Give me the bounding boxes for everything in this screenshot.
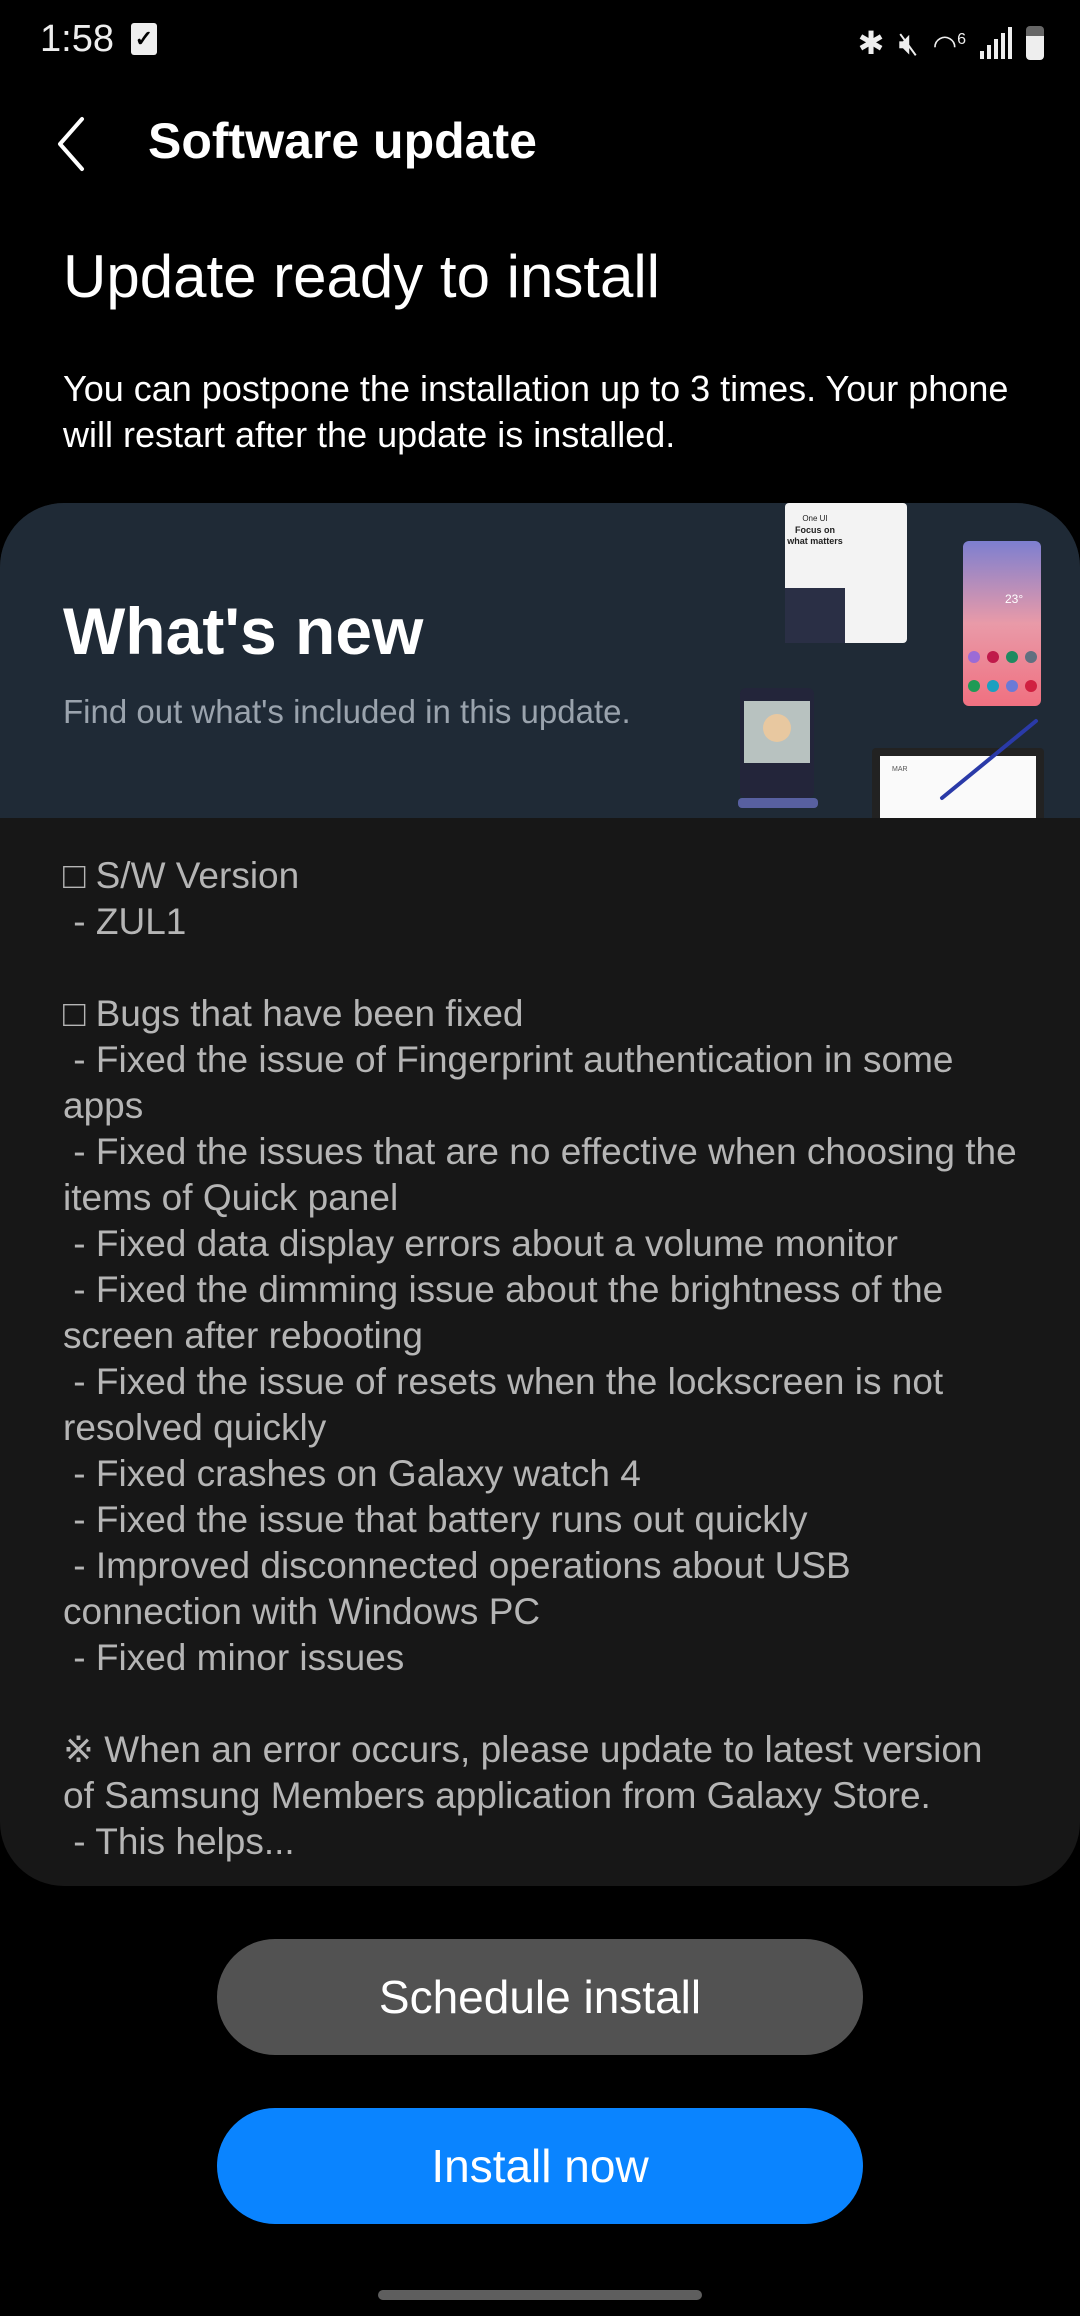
- release-note-line: - Improved disconnected operations about…: [63, 1545, 862, 1632]
- release-note-line: - ZUL1: [63, 901, 187, 942]
- mute-icon: 🔇︎: [898, 24, 919, 61]
- update-headline: Update ready to install: [63, 243, 661, 310]
- svg-text:what matters: what matters: [786, 536, 843, 546]
- signal-icon: [980, 26, 1012, 59]
- status-time: 1:58: [40, 18, 114, 60]
- svg-text:One UI: One UI: [802, 514, 827, 523]
- release-note-line: - Fixed the issue of resets when the loc…: [63, 1361, 954, 1448]
- galaxy-devices-illustration: One UI Focus on what matters 23° MAR: [738, 503, 1044, 818]
- checkbox-icon: ✓: [131, 23, 157, 55]
- chevron-left-icon[interactable]: [52, 114, 92, 174]
- release-note-line: - Fixed data display errors about a volu…: [63, 1223, 898, 1264]
- wifi-6-icon: ◠6: [932, 29, 966, 61]
- app-bar: Software update: [0, 100, 1080, 190]
- page-title: Software update: [148, 113, 537, 169]
- whats-new-subtitle: Find out what's included in this update.: [63, 693, 631, 730]
- battery-icon: [1026, 25, 1044, 60]
- release-note-line: - Fixed the issues that are no effective…: [63, 1131, 1027, 1218]
- release-note-line: [63, 1681, 1023, 1727]
- release-note-line: [63, 945, 1023, 991]
- svg-text:23°: 23°: [1005, 592, 1023, 606]
- release-notes-card[interactable]: What's new Find out what's included in t…: [0, 503, 1080, 1886]
- update-description: You can postpone the installation up to …: [63, 368, 1009, 455]
- schedule-install-button[interactable]: Schedule install: [217, 1939, 863, 2055]
- bluetooth-icon: ✱: [857, 24, 885, 61]
- release-note-line: ※ When an error occurs, please update to…: [63, 1729, 993, 1816]
- install-now-button[interactable]: Install now: [217, 2108, 863, 2224]
- release-notes: □ S/W Version - ZUL1 □ Bugs that have be…: [63, 853, 1023, 1865]
- release-note-line: - Fixed the dimming issue about the brig…: [63, 1269, 954, 1356]
- status-bar: 1:58 ✓ ✱ 🔇︎ ◠6: [0, 0, 1080, 80]
- svg-text:MAR: MAR: [892, 766, 908, 773]
- release-note-line: - Fixed the issue that battery runs out …: [63, 1499, 808, 1540]
- release-note-line: - Fixed the issue of Fingerprint authent…: [63, 1039, 964, 1126]
- release-note-line: - Fixed minor issues: [63, 1637, 405, 1678]
- release-note-line: - Fixed crashes on Galaxy watch 4: [63, 1453, 641, 1494]
- home-indicator[interactable]: [378, 2290, 702, 2300]
- whats-new-banner: What's new Find out what's included in t…: [0, 503, 1080, 818]
- release-note-line: □ Bugs that have been fixed: [63, 993, 524, 1034]
- whats-new-title: What's new: [63, 594, 424, 668]
- svg-text:Focus on: Focus on: [795, 525, 835, 535]
- release-note-line: □ S/W Version: [63, 855, 300, 896]
- system-icons: ✱ 🔇︎ ◠6: [858, 20, 1044, 65]
- release-note-line: - This helps...: [63, 1821, 295, 1862]
